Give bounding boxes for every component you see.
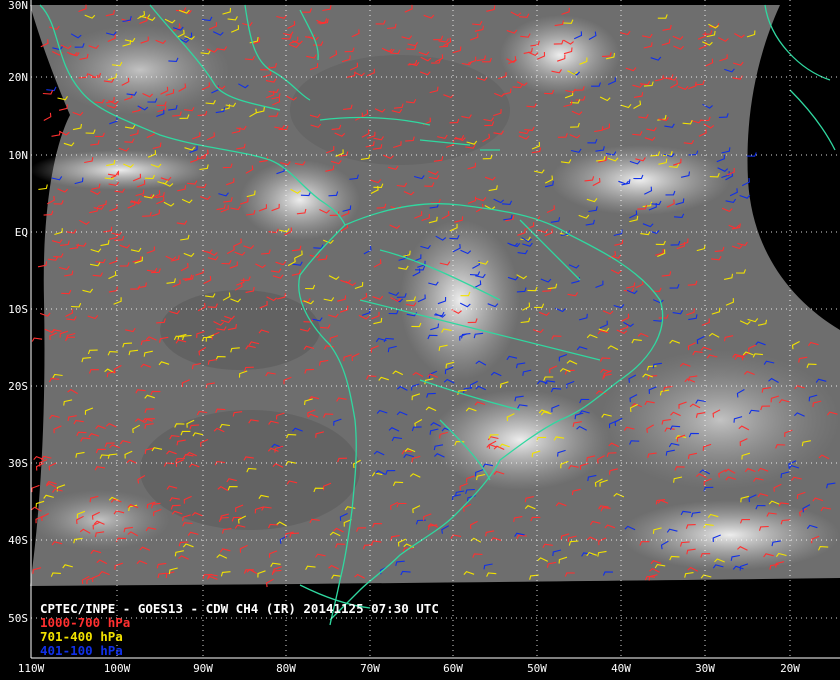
lon-label-30W: 30W [695, 662, 715, 675]
map-title: CPTEC/INPE - GOES13 - CDW CH4 (IR) 20141… [40, 601, 439, 616]
lat-label-10N: 10N [8, 149, 28, 162]
lon-label-100W: 100W [104, 662, 131, 675]
lat-label-30S: 30S [8, 457, 28, 470]
lat-label-20S: 20S [8, 380, 28, 393]
legend-mid-level: 701-400 hPa [40, 629, 123, 644]
lon-label-110W: 110W [18, 662, 45, 675]
lon-label-50W: 50W [527, 662, 547, 675]
lat-label-EQ: EQ [15, 226, 28, 239]
lon-label-90W: 90W [193, 662, 213, 675]
lat-label-30N: 30N [8, 0, 28, 12]
legend-low-level: 1000-700 hPa [40, 615, 131, 630]
lat-label-20N: 20N [8, 71, 28, 84]
lon-label-60W: 60W [443, 662, 463, 675]
lat-label-10S: 10S [8, 303, 28, 316]
lon-label-20W: 20W [780, 662, 800, 675]
lat-label-50S: 50S [8, 612, 28, 625]
lon-label-80W: 80W [276, 662, 296, 675]
satellite-wind-map: 30N 20N 10N EQ 10S 20S 30S 40S 50S 110W 100W 90W 80… [0, 0, 840, 680]
lon-label-70W: 70W [360, 662, 380, 675]
legend-high-level: 401-100 hPa [40, 643, 123, 658]
lat-label-40S: 40S [8, 534, 28, 547]
lon-label-40W: 40W [611, 662, 631, 675]
